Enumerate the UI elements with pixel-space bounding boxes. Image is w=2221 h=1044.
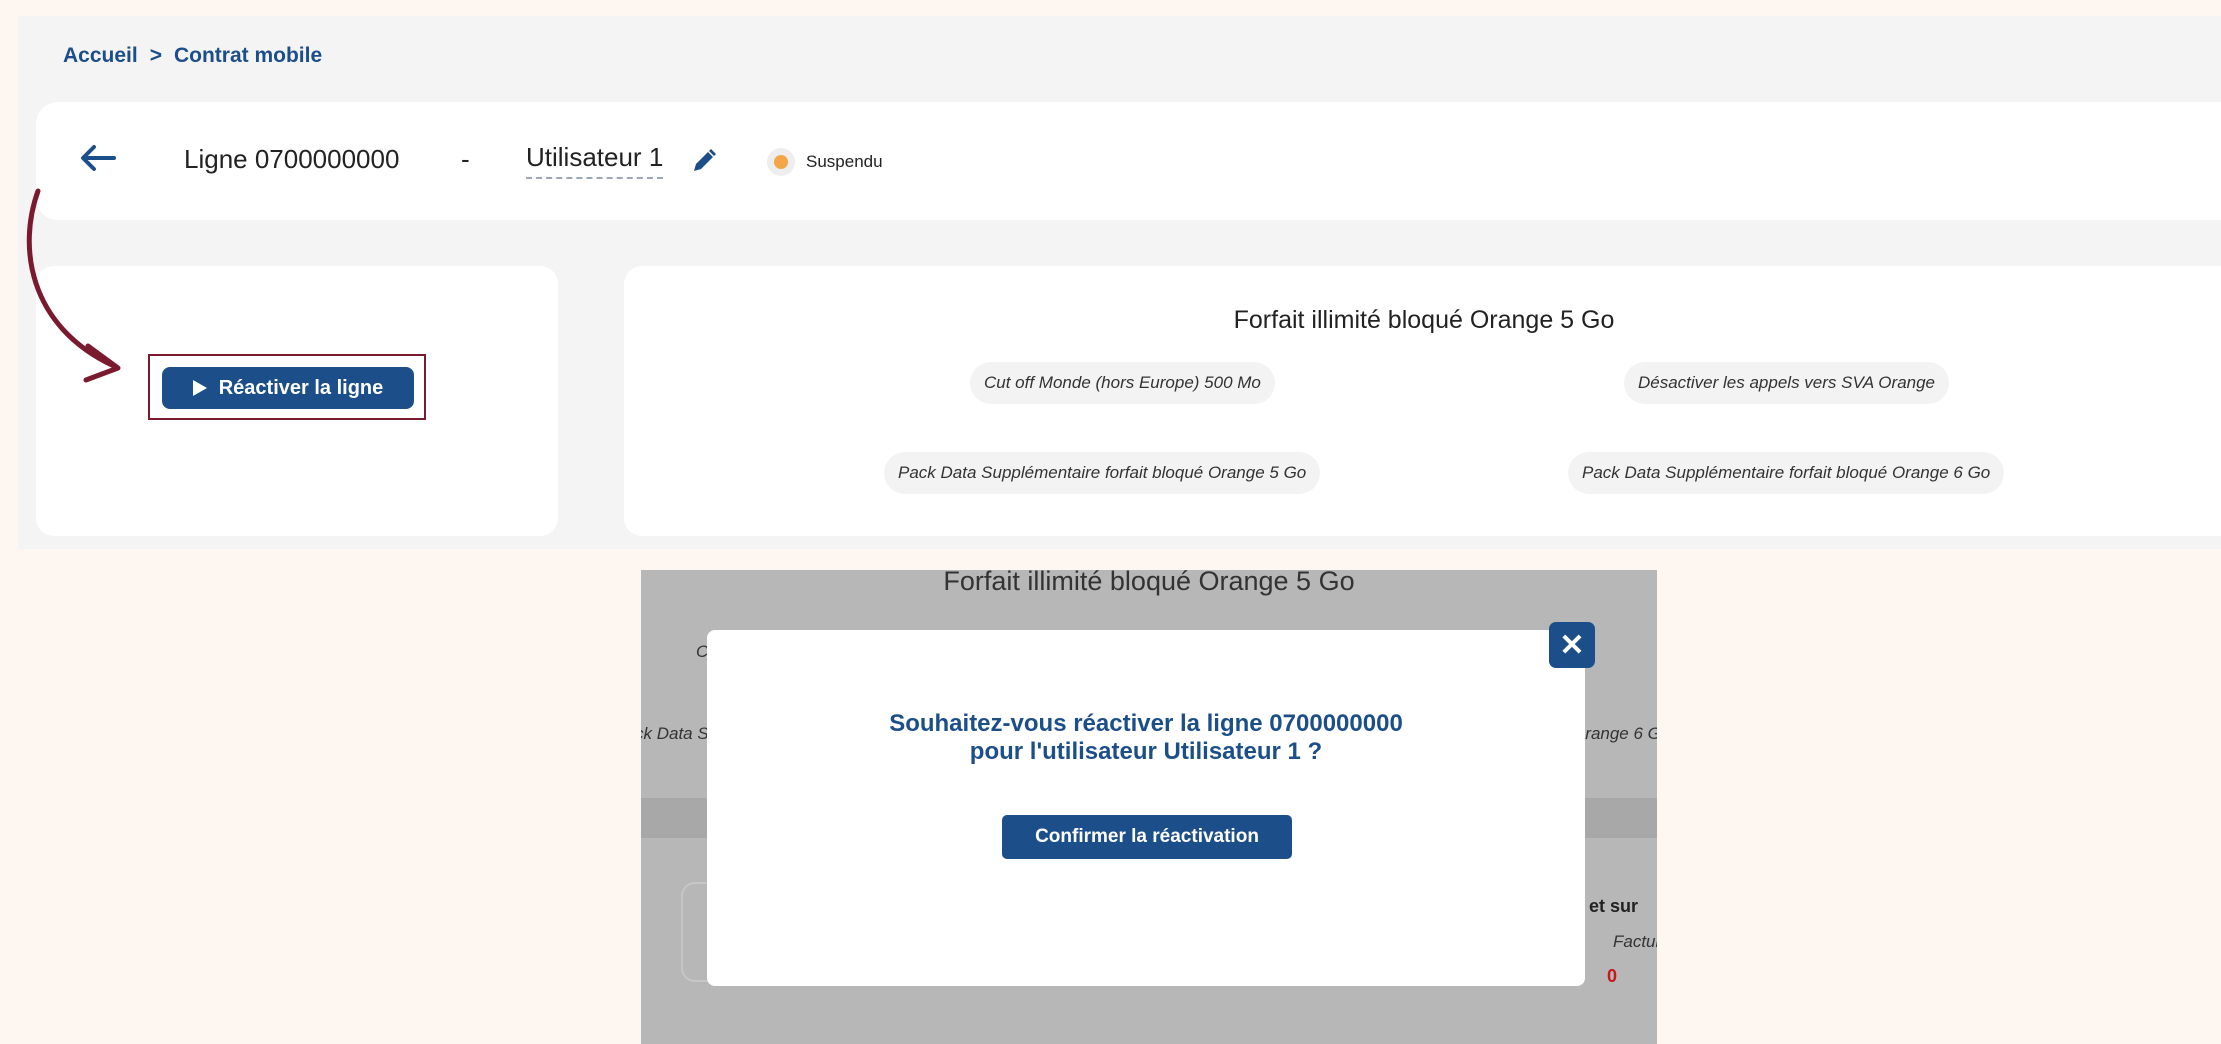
title-dash: - xyxy=(461,144,470,174)
plan-option: Pack Data Supplémentaire forfait bloqué … xyxy=(1568,452,2005,494)
breadcrumb-home[interactable]: Accueil xyxy=(63,44,138,68)
play-icon xyxy=(192,380,207,396)
top-screenshot: Accueil > Contrat mobile Ligne 070000000… xyxy=(18,16,2221,549)
plan-option: Pack Data Supplémentaire forfait bloqué … xyxy=(884,452,1321,494)
background-text: Drange 6 G xyxy=(1573,724,1657,743)
plan-option: Cut off Monde (hors Europe) 500 Mo xyxy=(970,362,1275,404)
plan-option: Désactiver les appels vers SVA Orange xyxy=(1624,362,1950,404)
reactivation-dialog: Souhaitez-vous réactiver la ligne 070000… xyxy=(707,630,1585,986)
arrow-left-icon[interactable] xyxy=(78,142,118,174)
breadcrumb: Accueil > Contrat mobile xyxy=(63,44,322,68)
reactivate-line-button[interactable]: Réactiver la ligne xyxy=(162,367,414,409)
plan-title: Forfait illimité bloqué Orange 5 Go xyxy=(1233,306,1615,334)
dialog-question: Souhaitez-vous réactiver la ligne 070000… xyxy=(707,710,1585,766)
dialog-question-line-1: Souhaitez-vous réactiver la ligne 070000… xyxy=(889,710,1403,737)
close-icon[interactable]: ✕ xyxy=(1549,622,1595,668)
background-text: Factur xyxy=(1613,932,1657,951)
curved-arrow-icon xyxy=(26,188,121,383)
confirm-reactivation-button[interactable]: Confirmer la réactivation xyxy=(1002,815,1292,859)
plan-content: Forfait illimité bloqué Orange 5 Go Cut … xyxy=(624,16,2221,549)
background-text: ck Data S xyxy=(641,724,709,743)
background-plan-title: Forfait illimité bloqué Orange 5 Go xyxy=(943,570,1355,596)
bottom-screenshot: Forfait illimité bloqué Orange 5 Go C ck… xyxy=(641,570,1657,1044)
reactivate-line-label: Réactiver la ligne xyxy=(218,376,384,399)
background-value: 0 xyxy=(1607,966,1618,986)
breadcrumb-separator: > xyxy=(149,44,162,67)
breadcrumb-current[interactable]: Contrat mobile xyxy=(174,44,322,68)
dialog-question-line-2: pour l'utilisateur Utilisateur 1 ? xyxy=(969,738,1323,765)
line-number: Ligne 0700000000 xyxy=(184,144,400,174)
